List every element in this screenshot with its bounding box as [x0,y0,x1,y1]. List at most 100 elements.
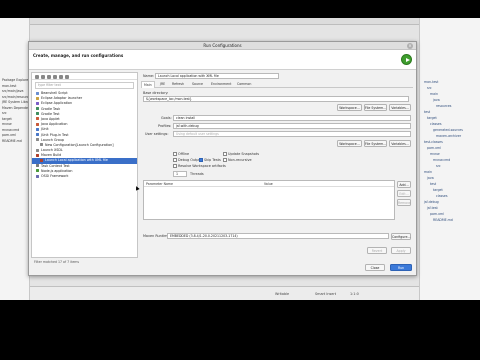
configuration-tree: Beanshell Script Eclipse Adaptor launcher… [32,91,137,179]
config-type-icon [36,153,39,157]
project-tree-row[interactable]: mvnw [430,152,440,156]
edit-param-button[interactable]: Edit... [397,190,411,197]
update-snapshots-label: Update Snapshots [228,152,259,156]
config-tree-label: Gradle Task [41,106,61,111]
explorer-row[interactable]: target [2,117,12,121]
close-icon[interactable]: × [407,43,413,49]
name-field[interactable]: Launch Local application with XML file [155,73,279,79]
base-dir-field[interactable]: ${workspace_loc:/mon-test} [143,96,409,102]
config-type-icon [40,158,43,162]
user-settings-field[interactable]: Using default user settings [173,131,411,137]
filesystem-button-2[interactable]: File System... [364,140,387,147]
status-position: 1:1:0 [350,292,359,296]
tab-jre[interactable]: JRE [158,81,167,88]
project-tree: mon-test src main java resources test target cl… [419,18,480,300]
config-tree-label: Task Context Test [41,163,70,168]
config-type-icon [36,164,39,168]
update-snapshots-checkbox[interactable] [223,152,227,156]
skip-tests-label: Skip Tests [204,158,221,162]
project-tree-row[interactable]: pom.xml [427,146,441,150]
explorer-row[interactable]: mvnw.cmd [2,128,19,132]
config-tree-item[interactable]: OSGi Framework [32,174,137,179]
tab-main[interactable]: Main [141,81,155,88]
explorer-row[interactable]: pom.xml [2,133,16,137]
explorer-row[interactable]: README.md [2,139,22,143]
variables-button-2[interactable]: Variables... [389,140,411,147]
close-button[interactable]: Close [365,264,385,271]
project-tree-row[interactable]: java [433,98,440,102]
dialog-heading: Create, manage, and run configurations [33,53,124,58]
delete-icon[interactable] [53,74,57,79]
remove-param-button[interactable]: Remove [397,199,411,206]
configure-button[interactable]: Configure... [391,233,411,240]
explorer-row[interactable]: mvnw [2,122,12,126]
project-tree-row[interactable]: main [430,92,438,96]
tab-common[interactable]: Common [235,81,253,88]
explorer-row[interactable]: src [2,111,7,115]
filesystem-button[interactable]: File System... [364,104,387,111]
collapse-all-icon[interactable] [59,74,63,79]
project-tree-row[interactable]: classes [430,122,442,126]
goals-field[interactable]: clean install [173,115,411,121]
offline-checkbox[interactable] [173,152,177,156]
tab-refresh[interactable]: Refresh [170,81,186,88]
threads-spinner[interactable]: 1 [173,171,187,177]
filter-icon[interactable] [65,74,69,79]
project-tree-row[interactable]: src [427,86,432,90]
skip-tests-checkbox[interactable] [199,158,203,162]
param-name-header: Parameter Name [146,182,173,186]
project-tree-row[interactable]: test [424,110,430,114]
config-tree-label: Launch XSDL [41,148,63,153]
dialog-titlebar: Run Configurations × [29,42,416,50]
run-button[interactable]: Run [390,264,412,271]
run-configurations-dialog: Run Configurations × Create, manage, and… [28,41,417,276]
explorer-row[interactable]: Package Explorer [2,78,30,82]
apply-button[interactable]: Apply [391,247,411,254]
project-tree-row[interactable]: jsf-debug [424,200,439,204]
maven-runtime-select[interactable]: EMBEDDED (3.8.4/1.20.0.20211203-1714) [167,233,389,239]
project-tree-row[interactable]: README.md [433,218,453,222]
project-tree-row[interactable]: pom.xml [430,212,444,216]
project-tree-row[interactable]: mon-test [424,80,438,84]
explorer-row[interactable]: src/main/java [2,89,23,93]
project-tree-row[interactable]: java [427,176,434,180]
project-tree-row[interactable]: test [430,182,436,186]
run-config-icon [401,54,412,65]
variables-button[interactable]: Variables... [389,104,411,111]
debug-output-checkbox[interactable] [173,158,177,162]
new-config-icon[interactable] [35,74,39,79]
resolve-workspace-checkbox[interactable] [173,164,177,168]
revert-button[interactable]: Revert [367,247,387,254]
workspace-button[interactable]: Workspace... [337,104,362,111]
configuration-editor: Name: Launch Local application with XML … [141,72,413,258]
status-writable: Writable [275,292,290,296]
new-prototype-icon[interactable] [41,74,45,79]
project-tree-row[interactable]: classes [436,194,448,198]
project-tree-row[interactable]: resources [436,104,451,108]
project-tree-row[interactable]: target [433,188,443,192]
project-tree-row[interactable]: test-classes [424,140,443,144]
tab-source[interactable]: Source [190,81,205,88]
project-tree-row[interactable]: mvnw.cmd [433,158,450,162]
explorer-row[interactable]: mon-test [2,84,16,88]
project-tree-row[interactable]: main [424,170,432,174]
menu-bar [0,18,480,25]
project-tree-row[interactable]: maven-archiver [436,134,461,138]
profiles-field[interactable]: jsf-with-debug [173,123,411,129]
profiles-label: Profiles: [158,124,172,128]
add-param-button[interactable]: Add... [397,181,411,188]
goals-label: Goals: [161,116,172,120]
config-type-icon [36,96,39,100]
config-type-icon [36,107,39,111]
tab-environment[interactable]: Environment [209,81,233,88]
filter-input[interactable]: type filter text [35,82,134,89]
non-recursive-checkbox[interactable] [223,158,227,162]
filter-status: Filter matched 17 of 7 items [34,260,80,264]
parameters-table[interactable]: Parameter Name Value [143,180,395,220]
workspace-button-2[interactable]: Workspace... [337,140,362,147]
project-tree-row[interactable]: jsf-test [427,206,438,210]
project-tree-row[interactable]: target [427,116,437,120]
project-tree-row[interactable]: generated-sources [433,128,463,132]
project-tree-row[interactable]: src [436,164,441,168]
duplicate-icon[interactable] [47,74,51,79]
